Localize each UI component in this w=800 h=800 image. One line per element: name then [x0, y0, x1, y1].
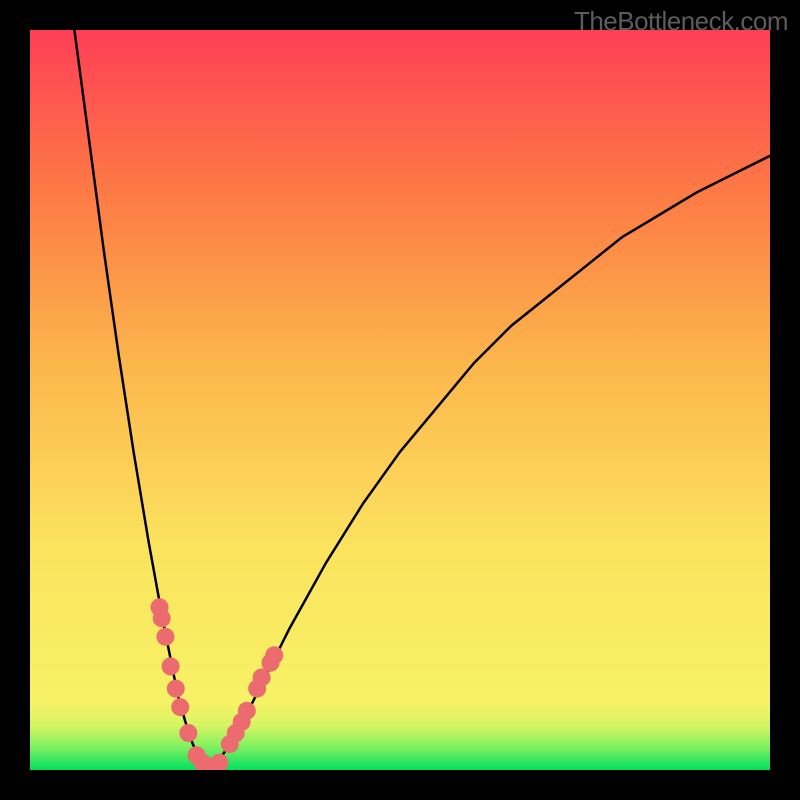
marker-point [171, 698, 189, 716]
curve-group [74, 30, 770, 766]
marker-point [153, 609, 171, 627]
curve-left-branch [74, 30, 207, 766]
watermark-text: TheBottleneck.com [574, 6, 788, 37]
marker-point [265, 646, 283, 664]
chart-overlay [30, 30, 770, 770]
marker-point [210, 754, 228, 770]
plot-area [30, 30, 770, 770]
marker-point [156, 628, 174, 646]
curve-right-branch [208, 156, 770, 767]
marker-point [179, 724, 197, 742]
marker-group [151, 598, 284, 770]
chart-frame: TheBottleneck.com [0, 0, 800, 800]
marker-point [162, 657, 180, 675]
marker-point [238, 702, 256, 720]
marker-point [167, 680, 185, 698]
